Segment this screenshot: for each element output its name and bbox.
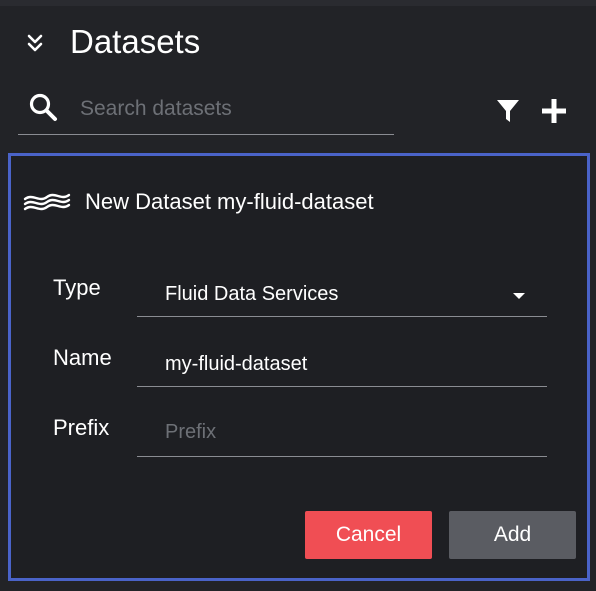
search-input[interactable]	[80, 92, 380, 126]
prefix-label: Prefix	[53, 415, 110, 440]
card-title: New Dataset my-fluid-dataset	[85, 189, 374, 214]
prefix-field-wrap	[137, 401, 547, 457]
fluid-waves-icon	[23, 193, 71, 211]
cancel-button[interactable]: Cancel	[305, 511, 432, 559]
type-selected-value: Fluid Data Services	[165, 283, 339, 305]
search-icon	[29, 93, 57, 121]
name-label: Name	[53, 345, 112, 370]
panel-header: Datasets	[0, 6, 596, 72]
type-label: Type	[53, 275, 101, 300]
filter-icon[interactable]	[496, 98, 520, 124]
card-header: New Dataset my-fluid-dataset	[23, 182, 374, 222]
caret-down-icon	[513, 293, 525, 299]
search-bar	[18, 86, 394, 135]
type-select[interactable]: Fluid Data Services	[137, 261, 547, 317]
double-chevron-down-icon[interactable]	[26, 32, 44, 54]
type-row: Type Fluid Data Services	[11, 261, 587, 321]
name-row: Name my-fluid-dataset	[11, 331, 587, 391]
add-button[interactable]: Add	[449, 511, 576, 559]
prefix-input[interactable]	[165, 417, 525, 447]
datasets-panel: Datasets New Dataset my-fluid-dataset Ty…	[0, 0, 596, 591]
prefix-row: Prefix	[11, 401, 587, 461]
page-title: Datasets	[70, 23, 201, 60]
name-field[interactable]: my-fluid-dataset	[165, 353, 307, 376]
new-dataset-card: New Dataset my-fluid-dataset Type Fluid …	[8, 153, 590, 581]
name-field-wrap: my-fluid-dataset	[137, 331, 547, 387]
plus-icon[interactable]	[540, 97, 568, 125]
